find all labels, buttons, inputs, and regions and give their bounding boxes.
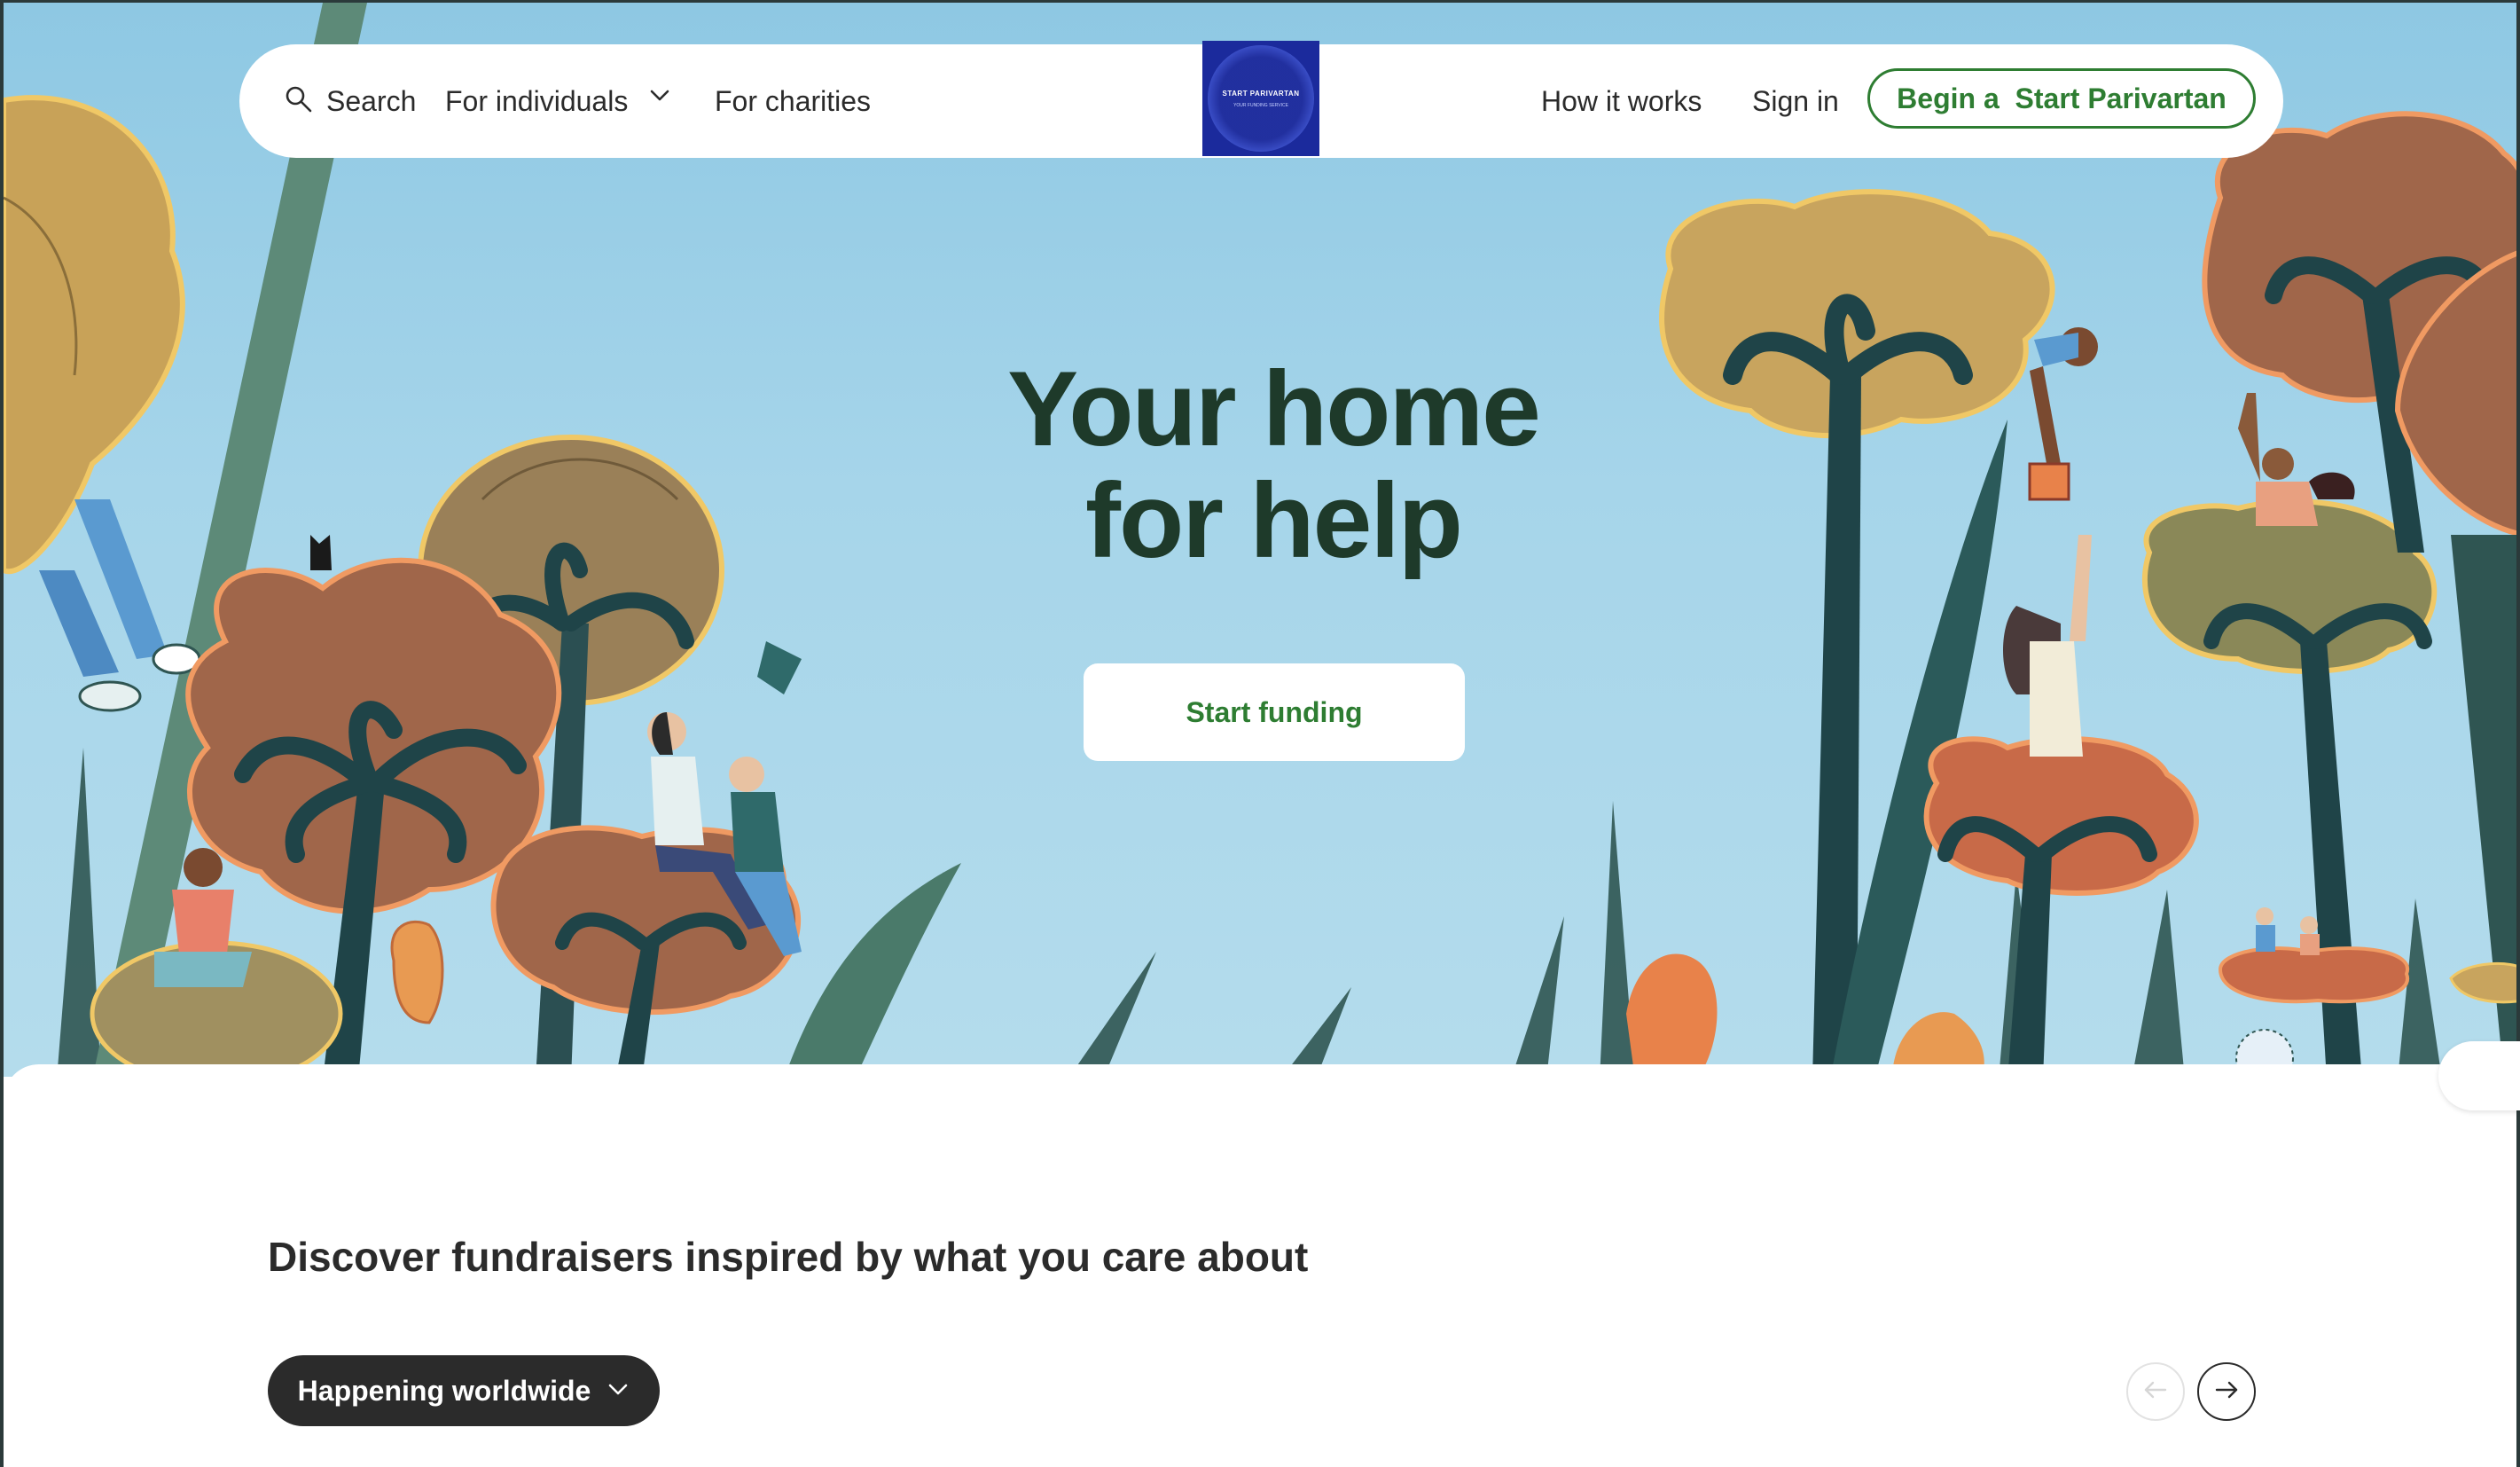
side-tab[interactable] <box>2438 1041 2520 1110</box>
hero-headline-line-2: for help <box>1085 461 1463 580</box>
happening-worldwide-filter[interactable]: Happening worldwide <box>268 1355 660 1426</box>
filter-label: Happening worldwide <box>297 1374 591 1407</box>
logo-ring <box>1208 45 1314 152</box>
sign-in-link[interactable]: Sign in <box>1752 76 1839 126</box>
arrow-right-icon <box>2211 1375 2242 1409</box>
start-funding-button[interactable]: Start funding <box>1084 663 1465 761</box>
logo-subtitle: YOUR FUNDING SERVICE <box>1233 102 1288 108</box>
search-link[interactable]: Search <box>284 76 416 126</box>
how-it-works-link[interactable]: How it works <box>1541 76 1702 126</box>
hero-headline-line-1: Your home <box>1007 349 1541 468</box>
carousel-prev-button[interactable] <box>2126 1362 2185 1421</box>
chevron-down-icon <box>647 90 672 113</box>
sign-in-label: Sign in <box>1752 84 1839 117</box>
how-it-works-label: How it works <box>1541 84 1702 117</box>
chevron-down-icon <box>607 1375 630 1408</box>
arrow-left-icon <box>2140 1375 2171 1409</box>
hero-headline: Your home for help <box>919 353 1628 577</box>
begin-start-parivartan-button[interactable]: Begin a Start Parivartan <box>1867 68 2256 129</box>
logo-title: START PARIVARTAN <box>1222 89 1300 98</box>
for-charities-label: For charities <box>715 84 872 117</box>
discover-title: Discover fundraisers inspired by what yo… <box>268 1234 1309 1280</box>
top-navigation-bar: Search For individuals For charities STA… <box>239 41 2283 158</box>
for-individuals-label: For individuals <box>445 84 629 117</box>
panel-curve <box>4 1064 2516 1118</box>
site-logo[interactable]: START PARIVARTAN YOUR FUNDING SERVICE <box>1202 41 1319 156</box>
for-individuals-dropdown[interactable]: For individuals <box>445 76 672 126</box>
search-icon <box>284 84 314 119</box>
for-charities-link[interactable]: For charities <box>715 76 871 126</box>
search-label: Search <box>326 84 417 117</box>
carousel-next-button[interactable] <box>2197 1362 2256 1421</box>
